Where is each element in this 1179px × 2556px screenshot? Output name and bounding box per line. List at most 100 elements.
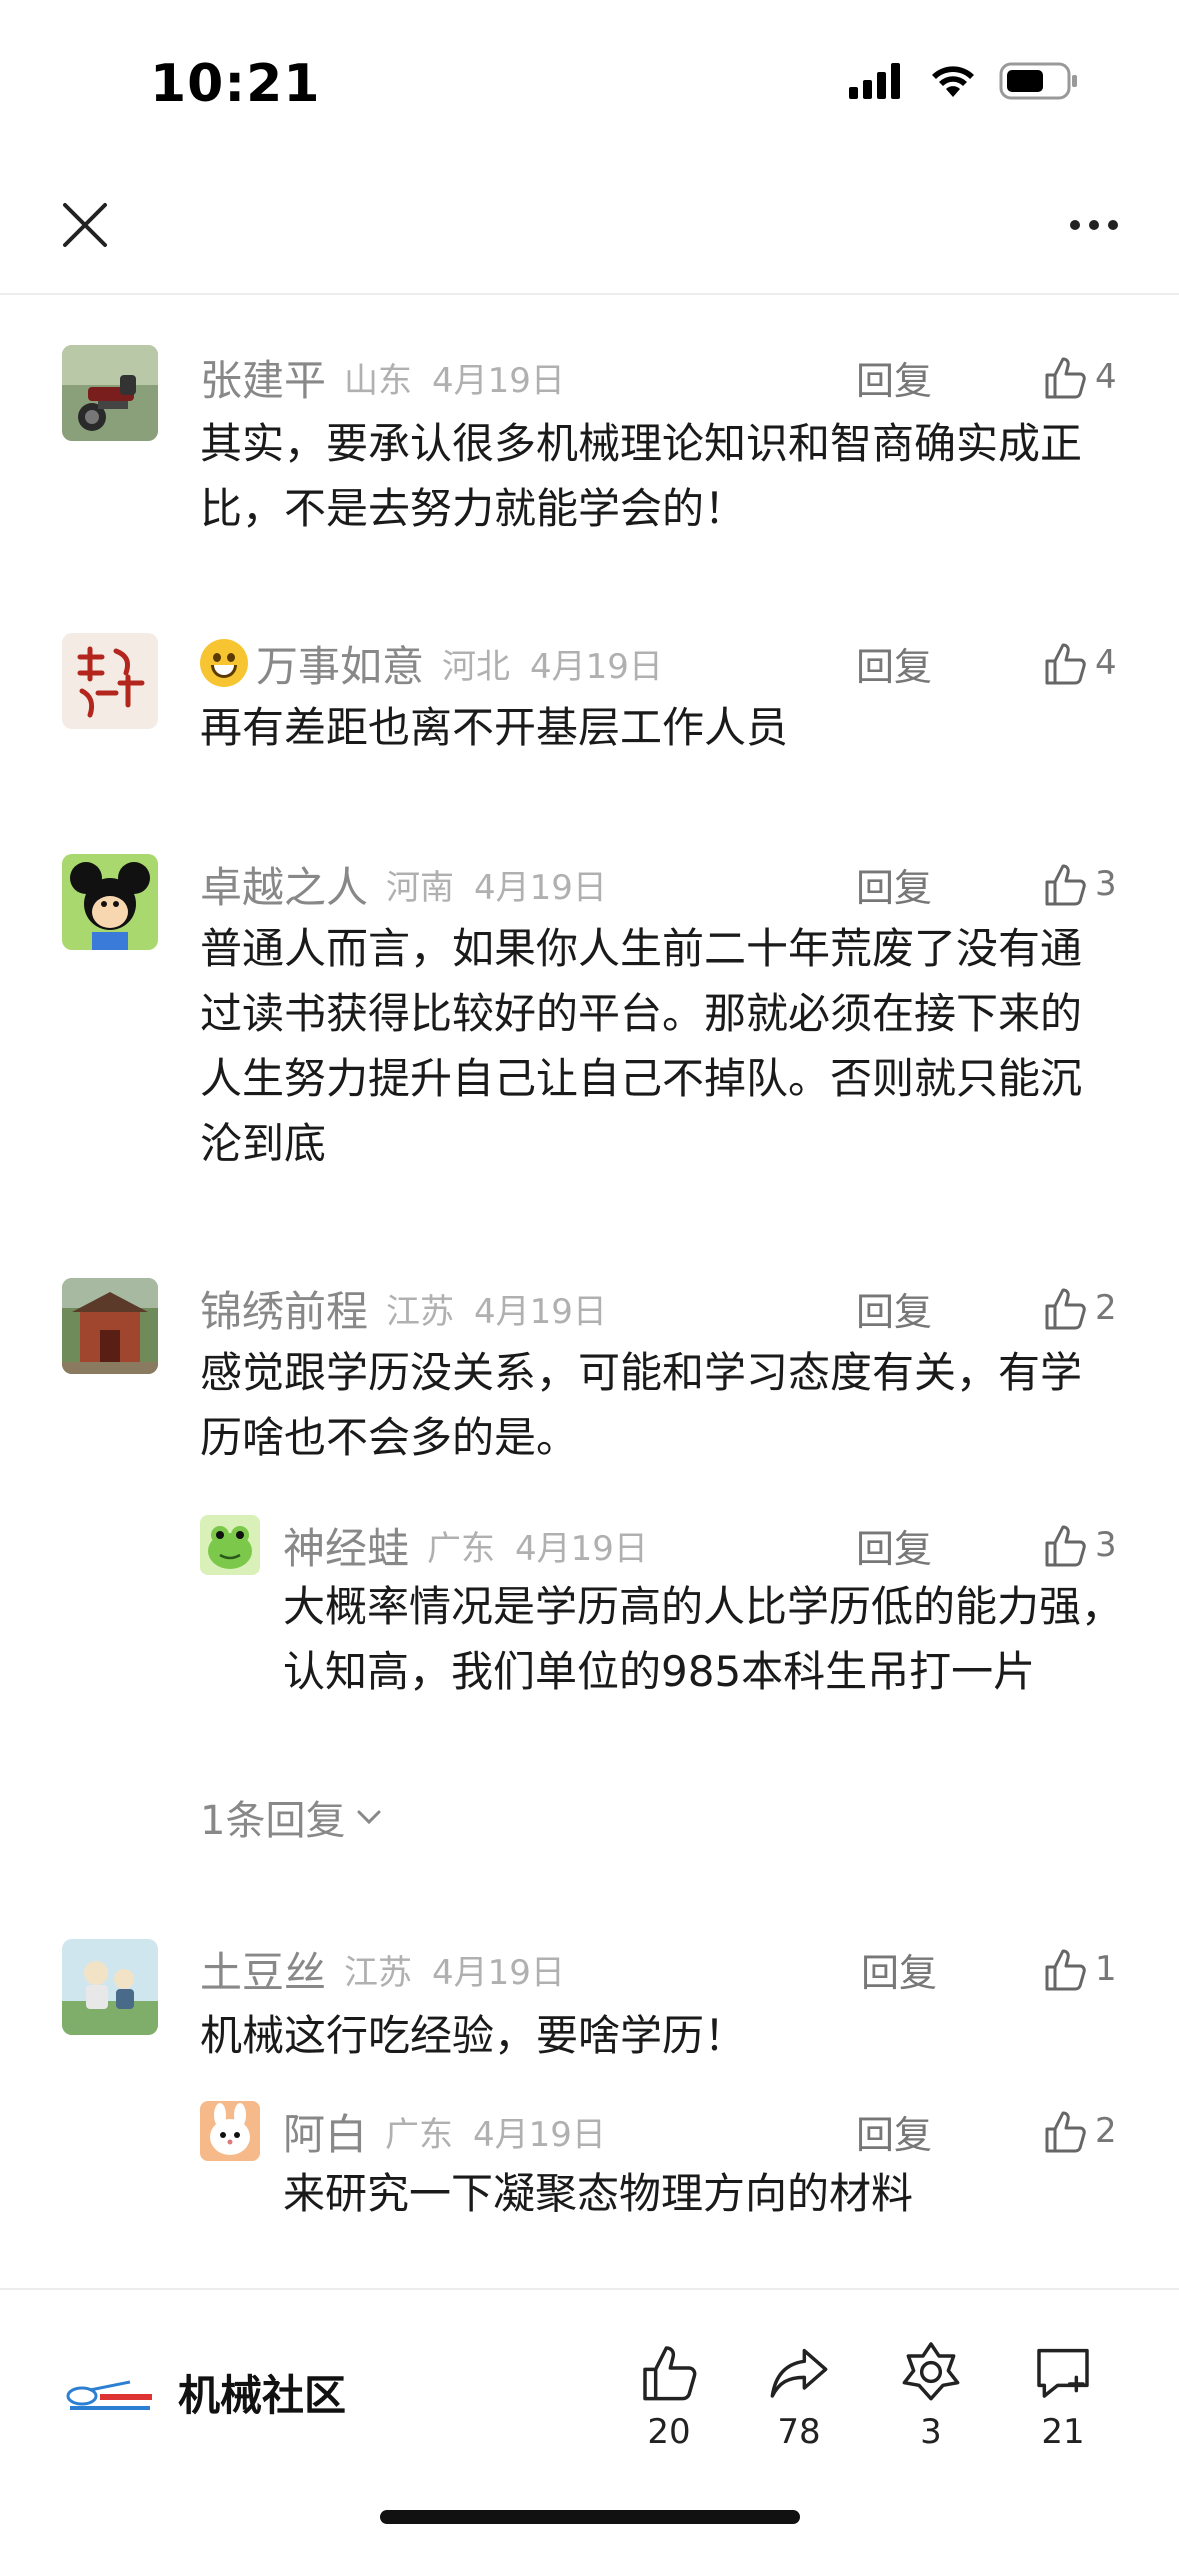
reply-author[interactable]: 阿白 <box>283 2101 367 2162</box>
share-count: 78 <box>777 2412 821 2452</box>
comment-author[interactable]: 锦绣前程 <box>200 1278 368 1339</box>
avatar[interactable] <box>62 345 158 441</box>
chevron-down-icon <box>357 1810 381 1825</box>
comment-author[interactable]: 土豆丝 <box>200 1939 326 2000</box>
reply-button[interactable]: 回复 <box>856 2104 932 2159</box>
comment-date: 4月19日 <box>530 646 663 687</box>
comment-author[interactable]: 万事如意 <box>256 633 424 694</box>
avatar[interactable] <box>62 854 158 950</box>
comment-author[interactable]: 卓越之人 <box>200 854 368 915</box>
wifi-icon <box>932 66 974 97</box>
thumbs-up-icon <box>1045 864 1086 906</box>
close-icon <box>63 203 107 247</box>
like-count: 4 <box>1095 643 1117 683</box>
comment-header: 土豆丝 江苏 4月19日 回复 1 <box>200 1939 1117 1999</box>
avatar[interactable] <box>200 2101 260 2161</box>
avatar[interactable] <box>62 1939 158 2035</box>
star-badge-icon <box>902 2342 960 2401</box>
bunny-avatar-icon <box>200 2101 260 2161</box>
grinning-face-icon <box>200 639 248 687</box>
comment-text: 机械这行吃经验，要啥学历！ <box>200 2011 747 2060</box>
brand-logo <box>60 2368 160 2418</box>
comment-location: 江苏 <box>386 1291 455 1332</box>
battery-icon <box>999 62 1077 100</box>
expand-replies-label: 1条回复 <box>200 1798 346 1844</box>
comment-location: 河北 <box>442 646 511 687</box>
like-button[interactable]: 2 <box>1041 2107 1117 2155</box>
expand-replies-button[interactable]: 1条回复 <box>200 1788 383 1846</box>
thumbs-up-icon <box>1045 1525 1086 1567</box>
comment-text: 普通人而言，如果你人生前二十年荒废了没有通过读书获得比较好的平台。那就必须在接下… <box>200 924 1083 1168</box>
comment-text: 再有差距也离不开基层工作人员 <box>200 703 789 752</box>
comment-date: 4月19日 <box>432 360 565 401</box>
thumbs-up-icon <box>1045 1949 1086 1991</box>
like-post-button[interactable]: 20 <box>614 2340 724 2452</box>
comment-header: 张建平 山东 4月19日 回复 4 <box>200 347 1117 407</box>
mickey-avatar-icon <box>62 854 158 950</box>
comment-location: 山东 <box>344 360 413 401</box>
comment-header: 卓越之人 河南 4月19日 回复 3 <box>200 854 1117 914</box>
close-button[interactable] <box>55 195 115 255</box>
like-count: 1 <box>1095 1949 1117 1989</box>
reply-button[interactable]: 回复 <box>856 636 932 691</box>
reply-text: 大概率情况是学历高的人比学历低的能力强，认知高，我们单位的985本科生吊打一片 <box>283 1582 1124 1696</box>
more-dot-icon <box>1108 220 1118 230</box>
comment-list[interactable]: 张建平 山东 4月19日 回复 4 其实，要承认很多机械理论知识和智商确实成正比… <box>0 297 1179 2287</box>
like-button[interactable]: 4 <box>1041 639 1117 687</box>
home-indicator[interactable] <box>380 2510 800 2524</box>
reply-button[interactable]: 回复 <box>856 857 932 912</box>
comment-date: 4月19日 <box>474 867 607 908</box>
cartoon-kids-avatar-icon <box>62 1939 158 2035</box>
like-count: 4 <box>1095 357 1117 397</box>
like-count: 3 <box>1095 1525 1117 1565</box>
brand[interactable]: 机械社区 <box>60 2362 346 2423</box>
like-button[interactable]: 3 <box>1041 1521 1117 1569</box>
like-button[interactable]: 2 <box>1041 1284 1117 1332</box>
status-icons <box>849 62 1079 100</box>
temple-gate-avatar-icon <box>62 1278 158 1374</box>
frog-avatar-icon <box>200 1515 260 1575</box>
reply-location: 广东 <box>385 2114 454 2155</box>
brand-name: 机械社区 <box>178 2371 347 2420</box>
like-count: 3 <box>1095 864 1117 904</box>
reply-header: 神经蛙 广东 4月19日 回复 3 <box>283 1515 1117 1575</box>
thumbs-up-icon <box>1045 2111 1086 2153</box>
reply-location: 广东 <box>427 1528 496 1569</box>
avatar[interactable] <box>62 1278 158 1374</box>
thumbs-up-icon <box>1045 357 1086 399</box>
reply-author[interactable]: 神经蛙 <box>283 1515 409 1576</box>
share-arrow-icon <box>770 2348 828 2398</box>
cellular-signal-icon <box>849 63 900 99</box>
avatar[interactable] <box>200 1515 260 1575</box>
comment-header: 锦绣前程 江苏 4月19日 回复 2 <box>200 1278 1117 1338</box>
nav-bar <box>0 170 1179 295</box>
reply-header: 阿白 广东 4月19日 回复 2 <box>283 2101 1117 2161</box>
reply-button[interactable]: 回复 <box>856 350 932 405</box>
reply-button[interactable]: 回复 <box>861 1942 937 1997</box>
comment-location: 江苏 <box>344 1952 413 1993</box>
more-dot-icon <box>1089 220 1099 230</box>
comment-button[interactable]: 21 <box>1008 2340 1118 2452</box>
more-dot-icon <box>1070 220 1080 230</box>
brand-logo-icon <box>66 2380 152 2410</box>
thumbs-up-icon <box>1045 643 1086 685</box>
reply-date: 4月19日 <box>473 2114 606 2155</box>
avatar[interactable] <box>62 633 158 729</box>
more-options-button[interactable] <box>1059 195 1129 255</box>
status-time: 10:21 <box>150 54 321 114</box>
reply-button[interactable]: 回复 <box>856 1281 932 1336</box>
like-count: 2 <box>1095 2111 1117 2151</box>
reply-text: 来研究一下凝聚态物理方向的材料 <box>283 2169 914 2218</box>
like-button[interactable]: 3 <box>1041 860 1117 908</box>
add-comment-icon <box>1037 2348 1089 2398</box>
share-button[interactable]: 78 <box>744 2340 854 2452</box>
comment-author[interactable]: 张建平 <box>200 347 326 408</box>
favorite-button[interactable]: 3 <box>876 2340 986 2452</box>
comment-date: 4月19日 <box>432 1952 565 1993</box>
motorcycle-avatar-icon <box>62 345 158 441</box>
like-button[interactable]: 1 <box>1041 1945 1117 1993</box>
like-count: 2 <box>1095 1288 1117 1328</box>
reply-button[interactable]: 回复 <box>856 1518 932 1573</box>
comment-date: 4月19日 <box>474 1291 607 1332</box>
like-button[interactable]: 4 <box>1041 353 1117 401</box>
